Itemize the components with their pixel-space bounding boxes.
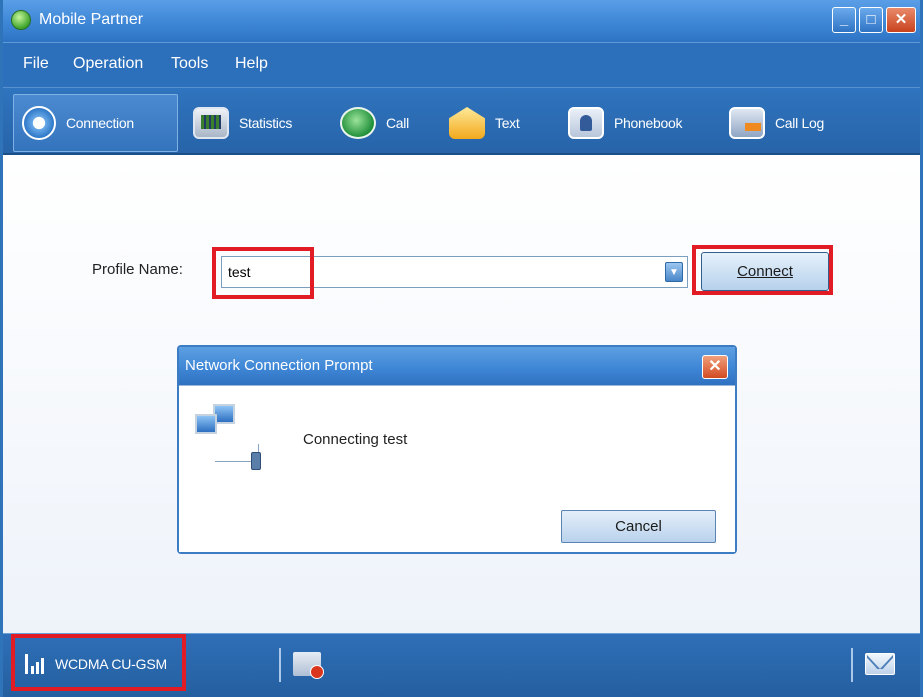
- dialog-message: Connecting test: [303, 431, 408, 448]
- profile-name-combobox[interactable]: ▼: [221, 256, 688, 288]
- tab-phonebook[interactable]: Phonebook: [568, 94, 682, 152]
- main-toolbar: Connection Statistics Call Text Phoneboo…: [3, 87, 920, 155]
- tab-phonebook-label: Phonebook: [614, 115, 683, 131]
- network-computers-icon: [195, 404, 261, 470]
- disconnected-icon[interactable]: [293, 652, 324, 679]
- chevron-down-icon[interactable]: ▼: [665, 262, 683, 282]
- tab-statistics[interactable]: Statistics: [193, 94, 292, 152]
- minimize-button[interactable]: _: [832, 7, 856, 33]
- dialog-title-bar[interactable]: Network Connection Prompt ✕: [179, 347, 735, 385]
- menu-bar: File Operation Tools Help: [3, 42, 920, 87]
- menu-operation[interactable]: Operation: [73, 55, 143, 73]
- text-message-icon: [449, 107, 485, 139]
- status-divider: [279, 648, 281, 682]
- window-title: Mobile Partner: [39, 11, 144, 28]
- menu-tools[interactable]: Tools: [171, 55, 208, 73]
- signal-strength-icon: [25, 654, 47, 674]
- tab-text-label: Text: [495, 115, 520, 131]
- profile-name-input[interactable]: [228, 260, 658, 284]
- dialog-close-button[interactable]: ✕: [702, 355, 728, 379]
- tab-call-label: Call: [386, 115, 409, 131]
- call-log-icon: [729, 107, 765, 139]
- connect-button[interactable]: Connect: [701, 252, 829, 291]
- maximize-button[interactable]: □: [859, 7, 883, 33]
- status-divider: [851, 648, 853, 682]
- network-status: WCDMA CU-GSM: [55, 656, 167, 672]
- cancel-button[interactable]: Cancel: [561, 510, 716, 543]
- statistics-icon: [193, 107, 229, 139]
- tab-connection[interactable]: Connection: [13, 94, 178, 152]
- tab-statistics-label: Statistics: [239, 115, 293, 131]
- menu-file[interactable]: File: [23, 55, 49, 73]
- dialog-title: Network Connection Prompt: [185, 357, 373, 374]
- network-connection-dialog: Network Connection Prompt ✕ Connecting t…: [177, 345, 737, 554]
- status-bar: WCDMA CU-GSM: [3, 633, 920, 697]
- tab-call-log[interactable]: Call Log: [729, 94, 824, 152]
- tab-connection-label: Connection: [66, 115, 134, 131]
- call-icon: [340, 107, 376, 139]
- envelope-icon[interactable]: [865, 653, 895, 675]
- title-bar[interactable]: Mobile Partner _ □ ✕: [3, 0, 920, 42]
- close-button[interactable]: ✕: [886, 7, 916, 33]
- dialog-body: Connecting test Cancel: [179, 385, 735, 552]
- menu-help[interactable]: Help: [235, 55, 268, 73]
- app-logo-icon: [11, 10, 31, 30]
- phonebook-icon: [568, 107, 604, 139]
- app-window: Mobile Partner _ □ ✕ File Operation Tool…: [0, 0, 923, 697]
- profile-name-label: Profile Name:: [92, 261, 183, 278]
- tab-call[interactable]: Call: [340, 94, 409, 152]
- tab-call-log-label: Call Log: [775, 115, 824, 131]
- connection-icon: [22, 106, 56, 140]
- tab-text[interactable]: Text: [449, 94, 520, 152]
